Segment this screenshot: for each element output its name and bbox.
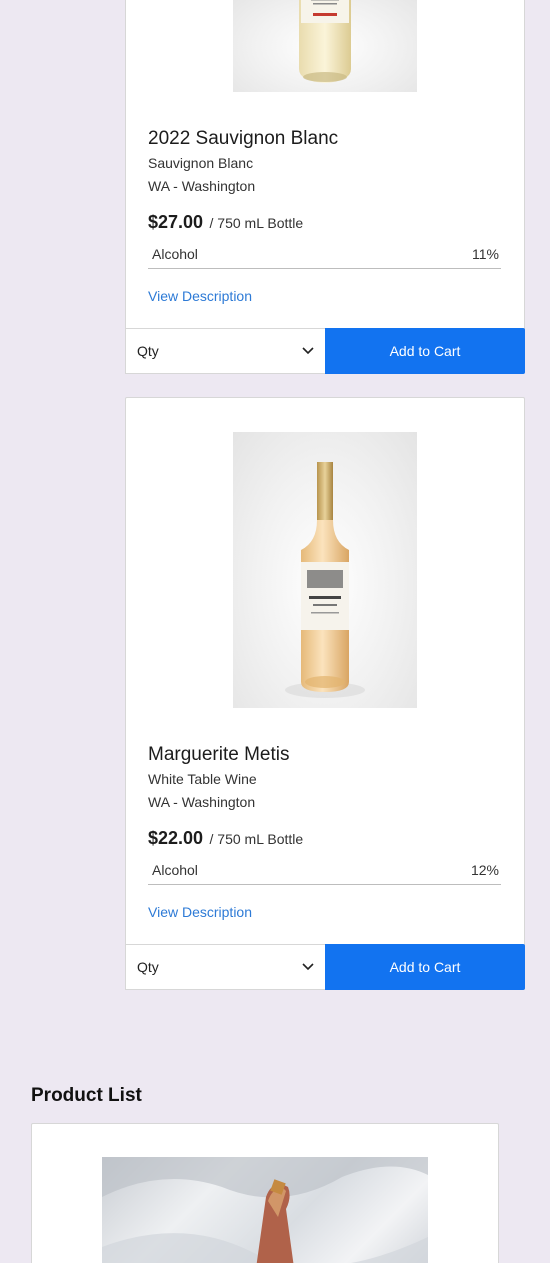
product-image[interactable] (233, 0, 417, 92)
card-actions: Qty Add to Cart (125, 328, 525, 374)
product-image[interactable] (233, 432, 417, 708)
alcohol-row: Alcohol 12% (148, 862, 501, 885)
product-region: WA - Washington (148, 178, 256, 194)
section-title: Product List (31, 1085, 142, 1106)
price-unit: / 750 mL Bottle (209, 215, 304, 231)
product-price: $27.00 (148, 212, 204, 232)
product-card (31, 1123, 499, 1263)
alcohol-value: 11% (472, 246, 499, 262)
wine-bottle-image (285, 462, 365, 698)
qty-select[interactable]: Qty (125, 944, 325, 990)
product-price: $22.00 (148, 828, 204, 848)
price-row: $27.00 / 750 mL Bottle (148, 211, 501, 235)
product-region: WA - Washington (148, 794, 256, 810)
qty-select[interactable]: Qty (125, 328, 325, 374)
view-description-link[interactable]: View Description (148, 288, 252, 304)
view-description-link[interactable]: View Description (148, 904, 252, 920)
product-image[interactable] (102, 1157, 428, 1263)
product-name[interactable]: 2022 Sauvignon Blanc (148, 128, 501, 150)
wine-bottle-image (102, 1157, 428, 1263)
product-variety: Sauvignon Blanc (148, 155, 254, 171)
qty-label: Qty (137, 959, 159, 975)
wine-bottle-image (299, 0, 351, 83)
product-variety: White Table Wine (148, 771, 257, 787)
price-unit: / 750 mL Bottle (209, 831, 304, 847)
chevron-down-icon (302, 347, 314, 355)
product-name[interactable]: Marguerite Metis (148, 744, 501, 766)
card-actions: Qty Add to Cart (125, 944, 525, 990)
qty-label: Qty (137, 343, 159, 359)
price-row: $22.00 / 750 mL Bottle (148, 827, 501, 851)
alcohol-value: 12% (470, 862, 499, 878)
add-to-cart-button[interactable]: Add to Cart (325, 944, 525, 990)
alcohol-row: Alcohol 11% (148, 246, 501, 269)
chevron-down-icon (302, 963, 314, 971)
product-card: Marguerite Metis White Table Wine WA - W… (125, 397, 525, 990)
alcohol-label: Alcohol (152, 862, 198, 878)
alcohol-label: Alcohol (152, 246, 198, 262)
add-to-cart-button[interactable]: Add to Cart (325, 328, 525, 374)
product-card: 2022 Sauvignon Blanc Sauvignon Blanc WA … (125, 0, 525, 374)
